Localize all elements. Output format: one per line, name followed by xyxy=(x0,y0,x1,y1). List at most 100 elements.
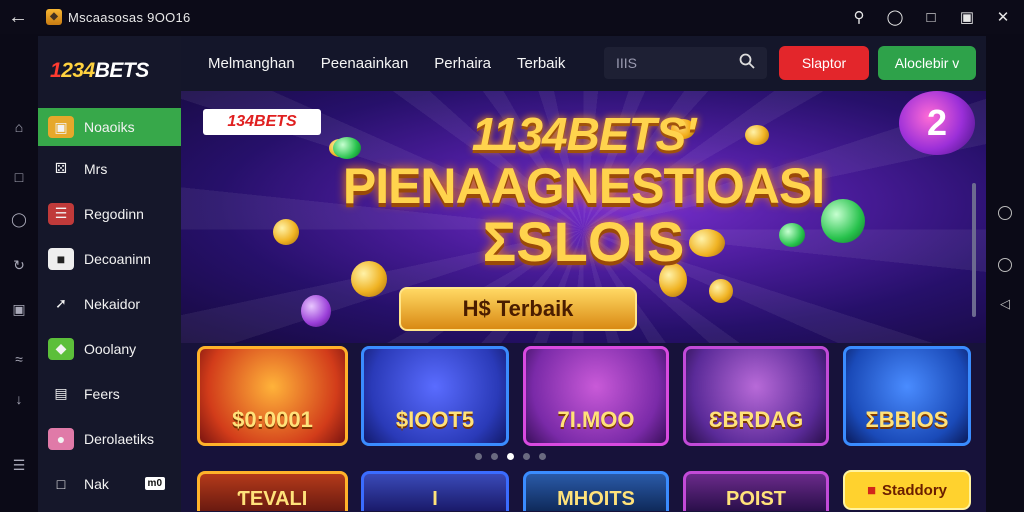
game-tile-8[interactable]: MHOITS xyxy=(523,471,669,511)
app-title: Mscaasosas 9OO16 xyxy=(68,9,191,25)
game-tile-5[interactable]: ƩBBIOS xyxy=(843,346,971,446)
carousel-dot[interactable] xyxy=(539,453,546,460)
chat-icon[interactable]: ◯ xyxy=(884,8,906,26)
game-tile-label: ƩBBIOS xyxy=(865,407,949,432)
clock-icon[interactable]: ◯ xyxy=(10,210,28,228)
game-tile-9[interactable]: POIST xyxy=(683,471,829,511)
logo-part-1: 1 xyxy=(50,59,62,82)
sidebar-item-ooolany[interactable]: ◆ Ooolany xyxy=(38,326,181,371)
sidebar: 1 234 BETS ▣ Noaoiks ⚄ Mrs ☰ Regodinn ■ … xyxy=(38,36,181,512)
cta-button[interactable]: ■ Staddory xyxy=(843,470,971,510)
gem-icon xyxy=(301,295,331,327)
sidebar-item-decoaninn[interactable]: ■ Decoaninn xyxy=(38,236,181,281)
game-tile-3[interactable]: 7I.MOO xyxy=(523,346,669,446)
logo-part-2: 234 xyxy=(61,59,95,82)
lock-icon[interactable]: ▣ xyxy=(956,8,978,26)
hero-title-1: 1134BETS' xyxy=(471,108,697,160)
game-tiles: $0:0001 $IOOT5 7I.MOO ƐBRDAG ƩBBIOS ƬEVA… xyxy=(181,343,986,512)
search-input[interactable]: IIIS xyxy=(604,47,767,79)
download-icon[interactable]: ↓ xyxy=(10,390,28,408)
sidebar-item-nak[interactable]: □ Nak m0 xyxy=(38,461,181,506)
sidebar-item-regodinn[interactable]: ☰ Regodinn xyxy=(38,191,181,236)
game-tile-label: MHOITS xyxy=(557,488,635,510)
carousel-dot[interactable] xyxy=(491,453,498,460)
box-icon: □ xyxy=(56,475,66,492)
sidebar-item-noaoiks[interactable]: ▣ Noaoiks xyxy=(38,108,181,146)
nav-link-perhaira[interactable]: Perhaira xyxy=(434,55,491,72)
sidebar-item-nekaidor[interactable]: ➚ Nekaidor xyxy=(38,281,181,326)
sidebar-item-label: Feers xyxy=(84,385,120,402)
nav-link-melmanghan[interactable]: Melmanghan xyxy=(208,55,295,72)
carousel-dot-active[interactable] xyxy=(507,453,514,460)
arrow-icon: ➚ xyxy=(55,295,67,311)
carousel-dots xyxy=(475,453,546,460)
carousel-dot[interactable] xyxy=(475,453,482,460)
search-placeholder: IIIS xyxy=(616,55,638,71)
status-bar: ← ◆ Mscaasosas 9OO16 ⚲ ◯ □ ▣ ✕ xyxy=(0,0,1024,34)
back-arrow-icon[interactable]: ← xyxy=(0,6,36,29)
logo-part-3: BETS xyxy=(94,59,150,82)
nav-link-terbaik[interactable]: Terbaik xyxy=(517,55,565,72)
login-button[interactable]: Slaptor xyxy=(779,46,869,80)
pig-icon: ● xyxy=(48,427,74,450)
hero-ribbon-button[interactable]: H$ Terbaik xyxy=(399,287,637,331)
hero-title-3: ƩSLOIS xyxy=(482,210,685,273)
sidebar-item-derolaetiks[interactable]: ● Derolaetiks xyxy=(38,416,181,461)
close-icon[interactable]: ✕ xyxy=(992,8,1014,26)
top-header: Melmanghan Peenaainkan Perhaira Terbaik … xyxy=(181,36,986,91)
home-icon[interactable]: ⌂ xyxy=(10,118,28,136)
brand-logo[interactable]: 1 234 BETS xyxy=(38,36,181,106)
history-icon[interactable]: ↻ xyxy=(10,256,28,274)
game-tile-label: POIST xyxy=(725,488,786,510)
sidebar-item-label: Ooolany xyxy=(84,340,137,357)
game-tile-1[interactable]: $0:0001 xyxy=(197,346,348,446)
sidebar-item-label: Noaoiks xyxy=(84,119,135,135)
game-tile-4[interactable]: ƐBRDAG xyxy=(683,346,829,446)
game-tile-6[interactable]: ƬEVALI xyxy=(197,471,348,511)
system-rail-right: ◁ xyxy=(986,34,1024,512)
game-tile-label: ƐBRDAG xyxy=(708,407,804,432)
back-triangle-icon[interactable]: ◁ xyxy=(998,297,1012,311)
hero-banner[interactable]: 2 134BETS 1134BETS' PIENAAGNESTIOASI ƩSL… xyxy=(181,91,986,343)
home-button-icon[interactable] xyxy=(998,258,1012,272)
sidebar-item-mrs[interactable]: ⚄ Mrs xyxy=(38,146,181,191)
sidebar-item-feers[interactable]: ▤ Feers xyxy=(38,371,181,416)
scrollbar[interactable] xyxy=(972,183,976,317)
card-icon: ■ xyxy=(48,247,74,270)
menu-icon[interactable]: ☰ xyxy=(10,456,28,474)
gem-icon: ◆ xyxy=(48,337,74,360)
game-tile-label: ƬEVALI xyxy=(237,488,308,510)
search-icon[interactable]: ⚲ xyxy=(848,8,870,26)
game-tile-label: $0:0001 xyxy=(232,407,313,432)
nav-link-peenaainkan[interactable]: Peenaainkan xyxy=(321,55,409,72)
document-icon: ▤ xyxy=(54,385,68,401)
game-tile-7[interactable]: I xyxy=(361,471,509,511)
game-tile-label: I xyxy=(432,488,438,510)
sidebar-item-label: Mrs xyxy=(84,160,108,177)
sidebar-item-label: Derolaetiks xyxy=(84,430,155,447)
ticket-icon: ■ xyxy=(866,481,877,499)
cloud-icon[interactable]: ≈ xyxy=(10,350,28,368)
cta-label: Staddory xyxy=(882,481,948,499)
recent-icon[interactable] xyxy=(998,206,1012,220)
register-button[interactable]: Aloclebir v xyxy=(878,46,976,80)
game-tile-label: $IOOT5 xyxy=(395,407,475,432)
folder-icon[interactable]: □ xyxy=(10,168,28,186)
game-tile-2[interactable]: $IOOT5 xyxy=(361,346,509,446)
sidebar-item-label: Nak xyxy=(84,475,109,492)
coin-icon xyxy=(709,279,733,303)
sidebar-item-label: Decoaninn xyxy=(84,250,151,267)
system-rail-left: ⌂ □ ◯ ↻ ▣ ≈ ↓ ☰ xyxy=(0,34,38,512)
sidebar-item-label: Nekaidor xyxy=(84,295,141,312)
carousel-dot[interactable] xyxy=(523,453,530,460)
sidebar-badge: m0 xyxy=(144,477,165,490)
search-icon[interactable] xyxy=(739,53,755,69)
sidebar-item-label: Regodinn xyxy=(84,205,144,222)
dice-icon: ⚄ xyxy=(54,160,68,176)
status-icons: ⚲ ◯ □ ▣ ✕ xyxy=(848,0,1014,34)
chest-icon: ▣ xyxy=(48,116,74,138)
window-icon[interactable]: ▣ xyxy=(10,300,28,318)
screenshot-icon[interactable]: □ xyxy=(920,9,942,26)
app-window: ← ◆ Mscaasosas 9OO16 ⚲ ◯ □ ▣ ✕ ⌂ □ ◯ ↻ ▣… xyxy=(0,0,1024,512)
slot-icon: ☰ xyxy=(48,202,74,225)
